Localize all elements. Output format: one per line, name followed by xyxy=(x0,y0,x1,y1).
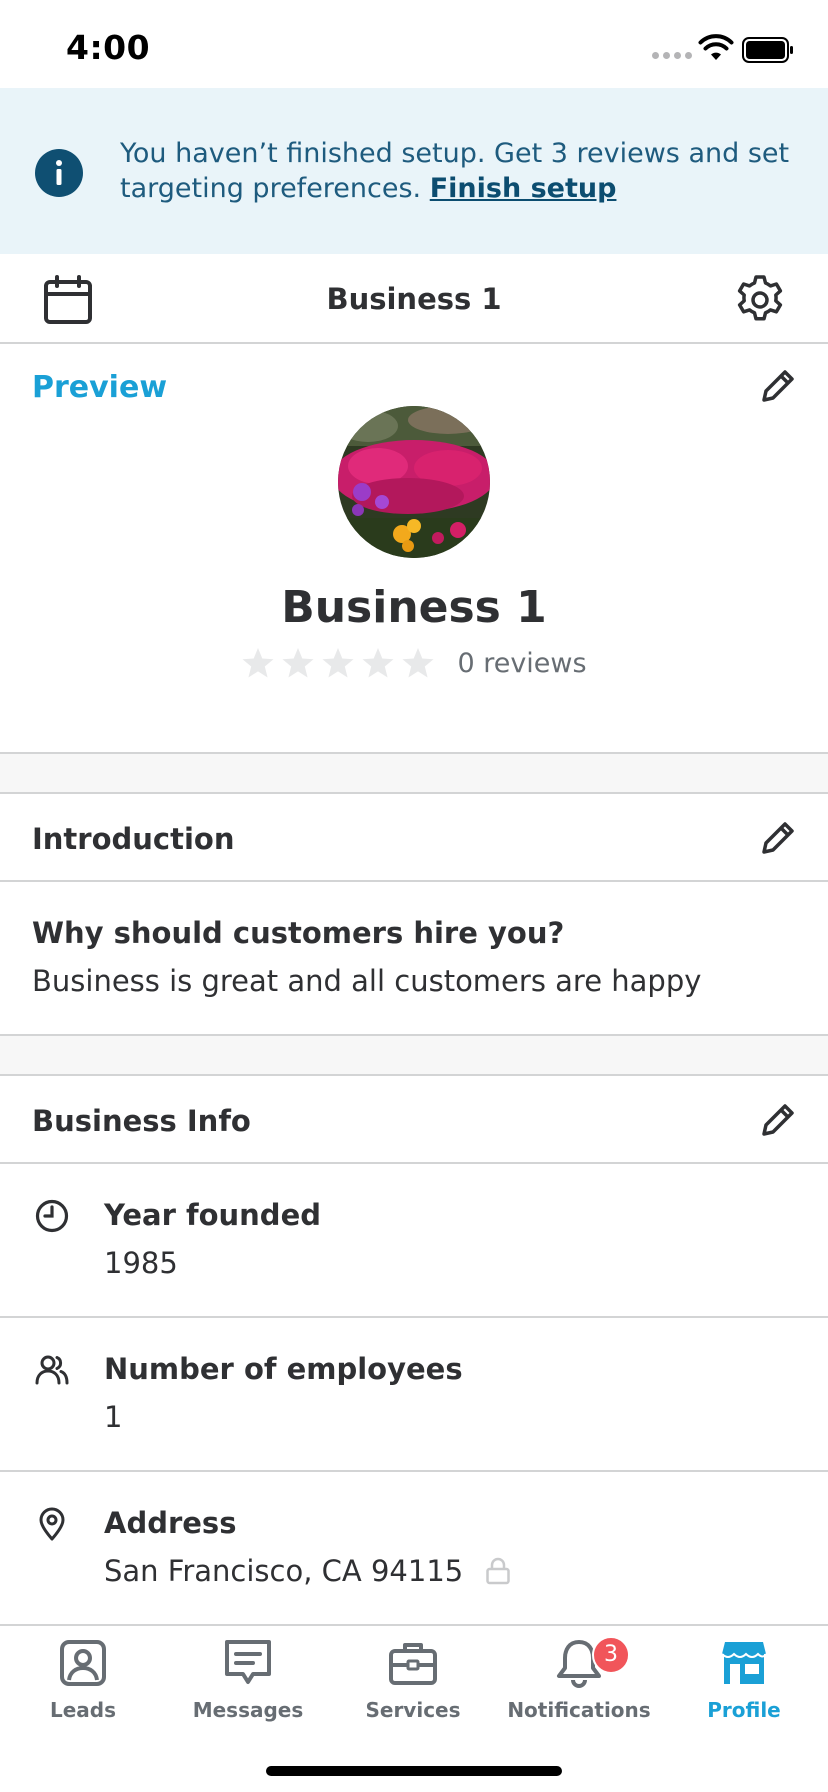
banner-message: You haven’t finished setup. Get 3 review… xyxy=(120,136,800,206)
section-divider xyxy=(0,754,828,794)
rating-row: 0 reviews xyxy=(0,646,828,680)
notifications-badge: 3 xyxy=(592,1636,630,1674)
business-info-header: Business Info xyxy=(0,1076,828,1164)
top-nav: Business 1 xyxy=(0,254,828,344)
tab-leads-label: Leads xyxy=(49,1698,117,1722)
introduction-title: Introduction xyxy=(32,822,235,856)
employees-row: Number of employees 1 xyxy=(0,1318,828,1472)
employees-value: 1 xyxy=(104,1400,122,1434)
tab-services[interactable]: Services xyxy=(330,1638,496,1738)
business-info-title: Business Info xyxy=(32,1104,251,1138)
tab-leads[interactable]: Leads xyxy=(0,1638,166,1738)
setup-banner: You haven’t finished setup. Get 3 review… xyxy=(0,88,828,254)
leads-icon xyxy=(60,1640,106,1686)
year-founded-value: 1985 xyxy=(104,1246,178,1280)
messages-icon xyxy=(225,1640,271,1684)
tab-profile[interactable]: Profile xyxy=(661,1638,827,1738)
introduction-header: Introduction xyxy=(0,794,828,882)
tab-messages[interactable]: Messages xyxy=(165,1638,331,1738)
address-row: Address San Francisco, CA 94115 xyxy=(0,1472,828,1626)
introduction-answer: Business is great and all customers are … xyxy=(32,964,702,998)
info-icon xyxy=(35,149,83,197)
employees-label: Number of employees xyxy=(104,1352,463,1386)
tab-notifications[interactable]: 3 Notifications xyxy=(496,1636,662,1738)
gear-icon[interactable] xyxy=(734,274,786,326)
business-avatar xyxy=(338,406,490,558)
year-founded-label: Year founded xyxy=(104,1198,321,1232)
star-icon xyxy=(282,648,314,678)
star-icon xyxy=(402,648,434,678)
employees-text: 1 xyxy=(104,1400,123,1434)
introduction-question: Why should customers hire you? xyxy=(32,916,565,950)
star-icon xyxy=(322,648,354,678)
people-icon xyxy=(35,1355,69,1385)
briefcase-icon xyxy=(389,1643,437,1685)
year-founded-text: 1985 xyxy=(104,1246,178,1280)
cellular-signal-icon xyxy=(652,52,692,59)
edit-preview-pencil-icon[interactable] xyxy=(758,366,798,406)
storefront-icon xyxy=(721,1642,767,1684)
clock-icon xyxy=(35,1199,69,1233)
status-time: 4:00 xyxy=(66,28,151,67)
flowers-photo xyxy=(338,406,490,558)
reviews-count[interactable]: 0 reviews xyxy=(457,648,586,679)
profile-preview: Preview Business 1 0 reviews xyxy=(0,344,828,754)
tab-services-label: Services xyxy=(365,1698,461,1722)
introduction-body: Why should customers hire you? Business … xyxy=(0,882,828,1036)
section-divider xyxy=(0,1036,828,1076)
preview-label[interactable]: Preview xyxy=(32,370,167,405)
business-name: Business 1 xyxy=(281,582,547,633)
location-pin-icon xyxy=(39,1507,65,1541)
wifi-icon xyxy=(698,34,734,60)
profile-screen: 4:00 You haven’t finished setup. Get 3 r… xyxy=(0,0,828,1792)
battery-icon xyxy=(742,37,793,63)
star-icon xyxy=(362,648,394,678)
year-founded-row: Year founded 1985 xyxy=(0,1164,828,1318)
address-value: San Francisco, CA 94115 xyxy=(104,1554,511,1588)
page-title: Business 1 xyxy=(326,282,502,316)
edit-business-info-pencil-icon[interactable] xyxy=(758,1100,798,1140)
tab-profile-label: Profile xyxy=(707,1698,781,1722)
finish-setup-link[interactable]: Finish setup xyxy=(430,173,617,204)
tab-messages-label: Messages xyxy=(192,1698,304,1722)
home-indicator xyxy=(266,1766,562,1776)
tab-notifications-label: Notifications xyxy=(507,1698,651,1722)
address-label: Address xyxy=(104,1506,237,1540)
status-bar: 4:00 xyxy=(0,0,828,88)
address-text: San Francisco, CA 94115 xyxy=(104,1554,464,1588)
edit-introduction-pencil-icon[interactable] xyxy=(758,818,798,858)
lock-icon xyxy=(486,1557,510,1585)
star-icon xyxy=(242,648,274,678)
